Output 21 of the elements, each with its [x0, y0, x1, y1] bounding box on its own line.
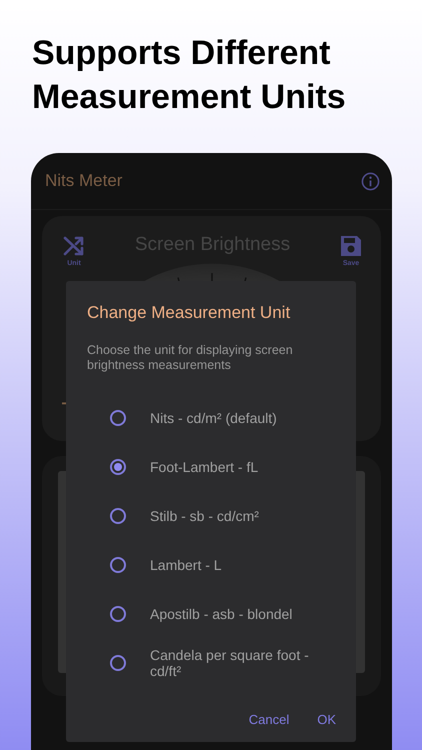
option-label[interactable]: Nits - cd/m² (default) — [150, 410, 330, 426]
save-icon — [339, 234, 363, 258]
radio-button[interactable] — [110, 458, 126, 474]
radio-button[interactable] — [110, 654, 126, 670]
radio-button[interactable] — [110, 606, 126, 622]
radio-button[interactable] — [110, 556, 126, 572]
option-label[interactable]: Lambert - L — [150, 556, 330, 572]
headline: Supports Different Measurement Units — [31, 33, 347, 118]
app-title: Nits Meter — [45, 171, 122, 191]
option-label[interactable]: Stilb - sb - cd/cm² — [150, 508, 330, 524]
cancel-button[interactable]: Cancel — [248, 712, 290, 727]
option-label[interactable]: Apostilb - asb - blondel — [150, 606, 330, 622]
ok-button[interactable]: OK — [317, 712, 336, 727]
dialog-description: Choose the unit for displaying screen brightness measurements — [87, 343, 294, 373]
radio-button[interactable] — [110, 410, 126, 426]
option-label[interactable]: Candela per square foot - cd/ft² — [150, 646, 330, 678]
info-icon[interactable] — [361, 172, 380, 190]
dialog-title: Change Measurement Unit — [87, 303, 292, 323]
shuffle-icon — [62, 234, 86, 258]
option-label[interactable]: Foot-Lambert - fL — [150, 458, 330, 474]
radio-button[interactable] — [110, 508, 126, 524]
